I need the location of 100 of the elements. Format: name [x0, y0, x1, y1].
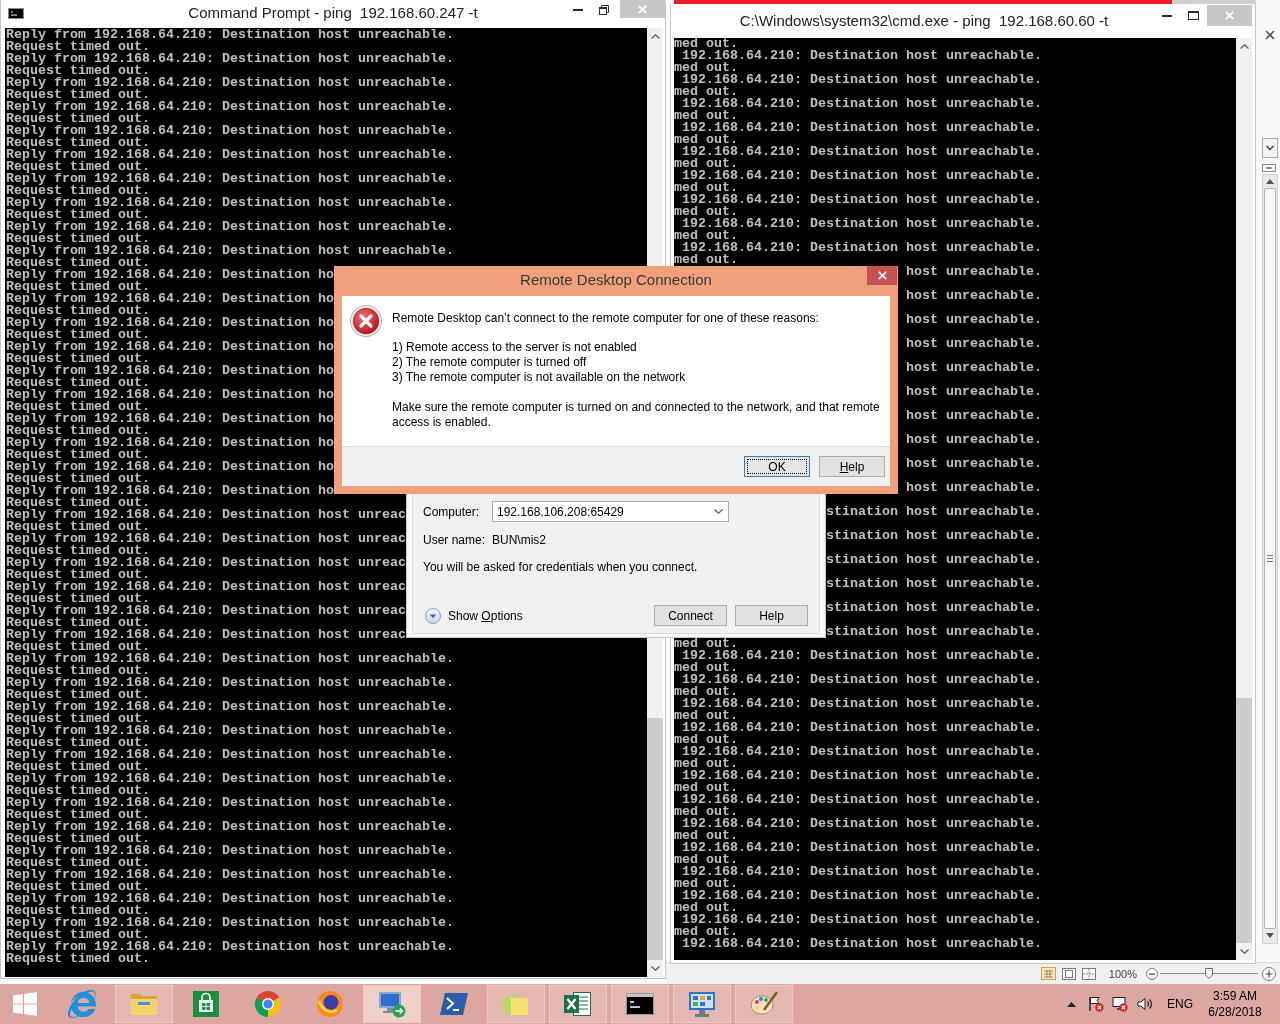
console-line: 192.168.64.210: Destination host unreachable.	[682, 722, 1042, 734]
ok-button[interactable]: OK	[744, 456, 810, 477]
close-button[interactable]	[867, 266, 897, 285]
grip-icon	[1267, 555, 1273, 562]
console-line: 192.168.64.210: Destination host unreachable.	[682, 218, 1042, 230]
console-line: Request timed out.	[6, 713, 150, 725]
console-line: Reply from 192.168.64.210: Destination ho	[6, 437, 334, 449]
clock[interactable]: 3:59 AM 6/28/2018	[1199, 988, 1271, 1020]
console-line: Request timed out.	[6, 689, 150, 701]
show-options-button[interactable]: Show Options	[425, 607, 523, 624]
console-line: Reply from 192.168.64.210: Destination host unreac	[6, 533, 406, 545]
monitor-icon	[378, 990, 406, 1018]
console-line: Request timed out.	[6, 593, 150, 605]
restore-icon[interactable]	[599, 5, 609, 15]
console-line: Reply from 192.168.64.210: Destination host unreachable.	[6, 125, 454, 137]
speaker-icon[interactable]	[1137, 997, 1153, 1011]
console-line: med out.	[674, 806, 738, 818]
caret-icon	[714, 509, 723, 514]
language-indicator[interactable]: ENG	[1167, 995, 1193, 1013]
minus-icon[interactable]	[1262, 164, 1276, 172]
chevron-up-icon[interactable]	[1067, 1001, 1076, 1007]
console-line: Reply from 192.168.64.210: Destination host unreachable.	[6, 197, 454, 209]
console-line: Request timed out.	[6, 761, 150, 773]
console-line: Request timed out.	[6, 833, 150, 845]
field-label: Computer:	[423, 504, 480, 519]
zoom-slider-thumb[interactable]	[1205, 967, 1213, 979]
chevron-up-icon[interactable]	[1239, 44, 1249, 49]
console-line: med out.	[674, 206, 738, 218]
help-button[interactable]: Help	[819, 456, 885, 477]
console-line: Request timed out.	[6, 185, 150, 197]
scrollbar-thumb[interactable]	[1264, 188, 1276, 929]
console-line: Reply from 192.168.64.210: Destination host unreachable.	[6, 845, 454, 857]
help-button[interactable]: Help	[735, 605, 808, 626]
monitor-warning-icon[interactable]	[1112, 996, 1128, 1012]
console-line: 192.168.64.210: Destination host unreachable.	[682, 74, 1042, 86]
browser-icon	[254, 990, 282, 1018]
console-line: Request timed out.	[6, 785, 150, 797]
console-line: host unreachable.	[905, 362, 1042, 374]
console-line: med out.	[674, 758, 738, 770]
minimize-icon[interactable]	[1161, 14, 1172, 17]
console-line: Reply from 192.168.64.210: Destination host unreachable.	[6, 29, 454, 41]
zoom-out-icon[interactable]	[1146, 967, 1158, 980]
scrollbar-thumb[interactable]	[647, 718, 663, 960]
folder-icon	[130, 992, 158, 1016]
console-line: Reply from 192.168.64.210: Destination host unreachable.	[6, 773, 454, 785]
flag-warning-icon[interactable]	[1088, 996, 1104, 1012]
close-icon[interactable]	[1262, 28, 1278, 42]
taskbar-button[interactable]	[611, 985, 669, 1023]
console-line: 192.168.64.210: Destination host unreachable.	[682, 890, 1042, 902]
console-line: Reply from 192.168.64.210: Destination ho	[6, 413, 334, 425]
chevron-up-icon[interactable]	[650, 34, 660, 39]
connect-button[interactable]: Connect	[654, 605, 727, 626]
zoom-slider[interactable]	[1160, 967, 1258, 980]
console-line: Request timed out.	[6, 233, 150, 245]
console-line: Reply from 192.168.64.210: Destination host unreac	[6, 557, 406, 569]
spreadsheet-icon	[564, 991, 592, 1017]
zoom-in-icon[interactable]	[1262, 966, 1276, 981]
console-line: host unreachable.	[905, 314, 1042, 326]
chevron-down-icon[interactable]	[650, 966, 660, 971]
normal-view-icon[interactable]	[1040, 967, 1056, 980]
triangle-up-icon[interactable]	[1266, 179, 1274, 184]
terminal-icon	[626, 993, 654, 1015]
console-line: med out.	[674, 734, 738, 746]
error-icon	[350, 305, 382, 337]
scrollbar[interactable]	[1236, 38, 1252, 960]
chevron-down-icon[interactable]	[1262, 138, 1278, 158]
console-line: 192.168.64.210: Destination host unreachable.	[682, 194, 1042, 206]
console-line: host unreachable.	[905, 458, 1042, 470]
console-line: Reply from 192.168.64.210: Destination host unreachable.	[6, 677, 454, 689]
console-line: Request timed out.	[6, 569, 150, 581]
taskbar-button[interactable]	[549, 985, 607, 1023]
scrollbar[interactable]	[1262, 174, 1278, 944]
triangle-down-icon[interactable]	[1266, 933, 1274, 938]
console-line: Reply from 192.168.64.210: Destination host unreachable.	[6, 221, 454, 233]
console-line: Request timed out.	[6, 665, 150, 677]
page-layout-icon[interactable]	[1061, 967, 1076, 980]
console-line: 192.168.64.210: Destination host unreachable.	[682, 242, 1042, 254]
console-line: med out.	[674, 254, 738, 266]
console-line: Reply from 192.168.64.210: Destination host unreachable.	[6, 245, 454, 257]
window-title: C:\Windows\system32\cmd.exe - ping 192.168.60.60 -t	[739, 11, 1109, 31]
console-line: Reply from 192.168.64.210: Destination host unreachable.	[6, 941, 454, 953]
computer-combobox[interactable]: 192.168.106.208:65429	[492, 501, 729, 522]
shopping-bag-icon	[193, 991, 219, 1017]
console-line: Request timed out.	[6, 305, 150, 317]
console-line: Request timed out.	[6, 641, 150, 653]
advice-text: Make sure the remote computer is turned on and connected to the network, and that remote access is enabled.	[392, 400, 881, 430]
console-line: med out.	[674, 182, 738, 194]
console-line: 192.168.64.210: Destination host unreachable.	[682, 818, 1042, 830]
scrollbar-thumb[interactable]	[1236, 698, 1252, 943]
page-break-icon[interactable]	[1081, 967, 1096, 980]
maximize-icon[interactable]	[1188, 11, 1199, 20]
console-line: stination host unreachable.	[825, 602, 1042, 614]
console-line: med out.	[674, 638, 738, 650]
zoom-level[interactable]: 100%	[1108, 966, 1137, 981]
console-line: 192.168.64.210: Destination host unreachable.	[682, 770, 1042, 782]
dialog-title: Remote Desktop Connection	[520, 270, 712, 290]
chevron-down-icon[interactable]	[1239, 949, 1249, 954]
terminal-prompt-icon	[440, 993, 468, 1015]
windows-logo-icon	[13, 992, 37, 1016]
console-line: Request timed out.	[6, 329, 150, 341]
